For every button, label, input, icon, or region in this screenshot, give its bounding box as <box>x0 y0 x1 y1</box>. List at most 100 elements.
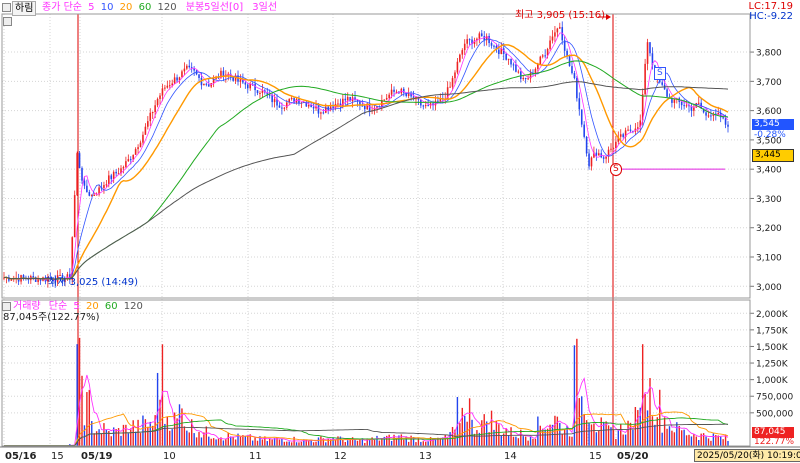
candle-body <box>129 159 132 161</box>
volume-ma-120[interactable]: 120 <box>124 301 143 312</box>
candle-body <box>78 153 81 169</box>
volume-bar <box>622 434 624 446</box>
volume-tick-label: 1,500K <box>756 343 789 353</box>
candle-body <box>451 78 454 87</box>
candle-body <box>205 83 208 85</box>
candle-body <box>629 129 632 131</box>
candle-body <box>22 275 25 278</box>
volume-bar <box>342 439 344 446</box>
cursor-time-box: 2025/05/20(화) 10:19:00 <box>694 449 800 462</box>
volume-bar <box>663 417 666 446</box>
candle-body <box>724 118 727 125</box>
candle-body <box>627 129 629 131</box>
price-ma-60[interactable]: 60 <box>139 2 152 13</box>
volume-bar <box>534 438 537 446</box>
volume-bar <box>712 433 715 446</box>
candle-body <box>537 64 539 69</box>
volume-bar <box>700 433 702 446</box>
volume-bar <box>400 434 403 446</box>
volume-bar <box>134 431 137 446</box>
volume-bar <box>269 438 271 446</box>
volume-bar <box>529 436 532 446</box>
candle-body <box>203 83 205 86</box>
candle-body <box>512 64 515 66</box>
candle-body <box>598 153 600 156</box>
volume-bar <box>105 429 108 446</box>
volume-bar <box>230 436 232 446</box>
volume-bar <box>103 423 105 446</box>
high-annotation: 최고 3,905 (15:16) <box>515 10 606 21</box>
candle-body <box>707 115 710 117</box>
candle-body <box>619 134 622 137</box>
volume-bar <box>308 440 310 446</box>
volume-title[interactable]: 거래량 <box>13 301 41 312</box>
volume-current-value: 87,045주(122.77%) <box>3 312 100 323</box>
volume-bar <box>676 422 678 446</box>
volume-bar <box>544 429 546 446</box>
volume-tick-label: 1,000K <box>756 376 789 386</box>
candle-body <box>478 33 481 39</box>
volume-bar <box>222 440 225 446</box>
volume-bar <box>707 438 710 446</box>
low-annotation: 최저 3,025 (14:49) <box>48 277 139 288</box>
volume-bar <box>524 436 527 446</box>
volume-bar <box>507 435 510 446</box>
volume-ma-60[interactable]: 60 <box>105 301 118 312</box>
price-ma-120[interactable]: 120 <box>158 2 177 13</box>
expand-toggle-icon[interactable] <box>2 3 11 12</box>
volume-bar <box>727 440 729 446</box>
volume-ma-5[interactable]: 5 <box>73 301 79 312</box>
candle-body <box>186 65 188 69</box>
volume-bar <box>659 389 661 446</box>
volume-bar <box>198 432 200 446</box>
candle-body <box>281 107 283 109</box>
volume-bar <box>290 442 293 446</box>
volume-bar <box>261 439 264 446</box>
volume-bar <box>471 419 473 446</box>
volume-ma-20[interactable]: 20 <box>86 301 99 312</box>
volume-expand-icon[interactable] <box>2 302 11 311</box>
price-ma-20[interactable]: 20 <box>120 2 133 13</box>
candle-body <box>134 149 137 155</box>
volume-bar <box>515 436 517 446</box>
five-day-line-legend[interactable]: 분봉5일선[0] <box>186 2 243 13</box>
settings-toggle-icon[interactable] <box>3 17 12 26</box>
three-day-line-legend[interactable]: 3일선 <box>252 2 277 13</box>
volume-bar <box>661 432 663 446</box>
volume-bar <box>344 441 346 446</box>
volume-bar <box>210 438 212 446</box>
candle-body <box>183 68 186 72</box>
candle-body <box>510 58 512 65</box>
volume-bar <box>415 442 417 446</box>
candle-body <box>580 109 583 125</box>
volume-bar <box>500 435 502 446</box>
candle-body <box>307 104 310 107</box>
volume-bar <box>688 434 690 446</box>
volume-bar <box>607 425 610 446</box>
time-tick-label: 15 <box>589 451 602 462</box>
volume-bar <box>517 438 520 446</box>
price-tick-label: 3,100 <box>756 254 782 264</box>
volume-bar <box>578 398 580 446</box>
price-ma-5[interactable]: 5 <box>88 2 94 13</box>
volume-bar <box>466 421 468 446</box>
volume-bar <box>624 434 627 446</box>
volume-bar <box>122 424 125 446</box>
volume-ma-title[interactable]: 단순 <box>49 301 67 312</box>
candle-body <box>507 58 510 60</box>
volume-bar <box>188 432 190 446</box>
price-ma-title[interactable]: 종가 단순 <box>42 2 82 13</box>
candle-body <box>649 42 651 54</box>
volume-bar <box>495 420 498 446</box>
candle-body <box>685 105 688 107</box>
volume-axis-ticks: 500,000 750,000 1,000K 1,250K 1,500K 1,750K 2,… <box>750 310 793 419</box>
candle-body <box>693 107 695 111</box>
volume-bar <box>354 440 356 446</box>
stock-name-button[interactable]: 하림 <box>12 1 37 16</box>
candlestick-series <box>3 21 729 288</box>
volume-bar <box>212 438 215 446</box>
candle-body <box>10 279 13 281</box>
price-ma-10[interactable]: 10 <box>101 2 114 13</box>
volume-ma-60-line <box>4 417 729 447</box>
candle-body <box>622 134 624 137</box>
